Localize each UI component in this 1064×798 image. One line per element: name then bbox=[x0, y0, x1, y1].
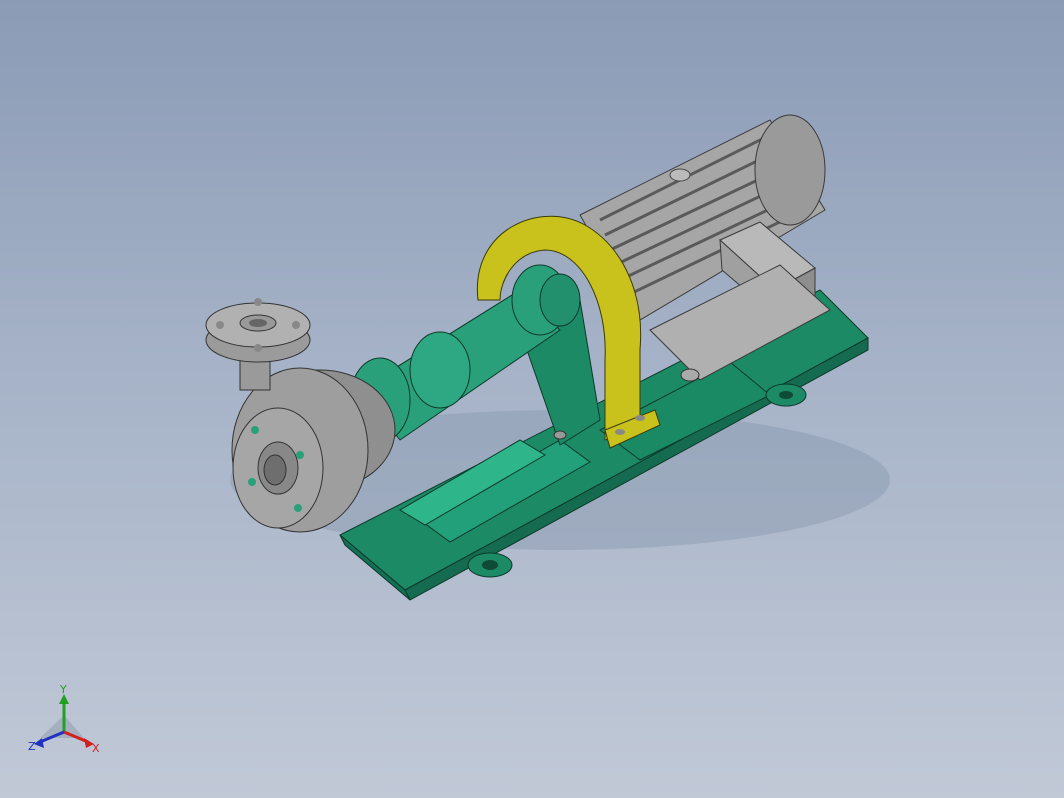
pump-assembly-model[interactable] bbox=[0, 0, 1064, 798]
z-axis-label: Z bbox=[28, 740, 36, 753]
axis-triad: Y X Z bbox=[28, 683, 100, 755]
y-axis-label: Y bbox=[59, 683, 67, 696]
x-axis-label: X bbox=[92, 742, 100, 755]
motor-end-cap bbox=[754, 114, 826, 226]
triad-base bbox=[40, 715, 84, 738]
graphics-viewport[interactable]: Y X Z bbox=[0, 0, 1064, 798]
